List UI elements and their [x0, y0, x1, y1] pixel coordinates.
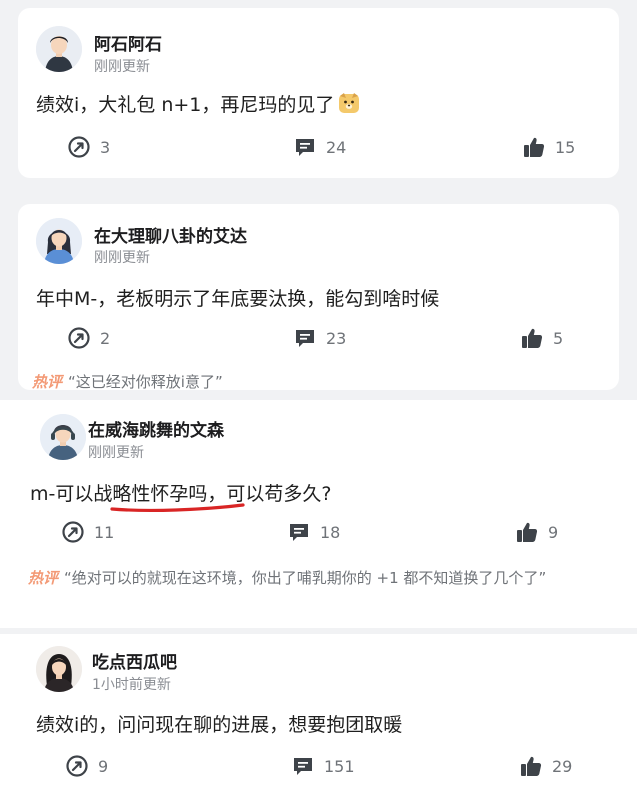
avatar[interactable]	[36, 646, 82, 692]
hot-comment[interactable]: 热评 “这已经对你释放i意了”	[32, 368, 223, 396]
author-name[interactable]: 在大理聊八卦的艾达	[94, 222, 247, 247]
post-text: 绩效i，大礼包 n+1，再尼玛的见了	[36, 94, 335, 116]
like-stat[interactable]: 9	[516, 521, 558, 543]
post-card[interactable]: 阿石阿石 刚刚更新 绩效i，大礼包 n+1，再尼玛的见了 3 24 15	[18, 8, 619, 178]
comment-icon	[294, 136, 316, 158]
hot-comment-text: “这已经对你释放i意了”	[68, 373, 223, 391]
comment-count: 151	[324, 756, 355, 776]
share-count: 9	[98, 756, 109, 776]
comment-count: 24	[326, 137, 347, 157]
post-content[interactable]: 绩效i，大礼包 n+1，再尼玛的见了	[36, 90, 360, 119]
thumbs-up-icon	[523, 136, 545, 158]
comment-icon	[292, 755, 314, 777]
hot-comment-label: 热评	[32, 373, 63, 391]
avatar[interactable]	[40, 414, 86, 460]
share-stat[interactable]: 11	[62, 521, 114, 543]
hot-comment-text: “绝对可以的就现在这环境，你出了哺乳期你的 +1 都不知道换了几个了”	[64, 569, 547, 587]
share-stat[interactable]: 2	[68, 327, 110, 349]
share-icon	[66, 755, 88, 777]
comment-stat[interactable]: 24	[294, 136, 346, 158]
share-count: 3	[100, 137, 111, 157]
share-stat[interactable]: 9	[66, 755, 108, 777]
thumbs-up-icon	[520, 755, 542, 777]
comment-stat[interactable]: 18	[288, 521, 340, 543]
author-name[interactable]: 在威海跳舞的文森	[88, 416, 224, 441]
avatar[interactable]	[36, 26, 82, 72]
share-stat[interactable]: 3	[68, 136, 110, 158]
update-time: 1小时前更新	[92, 677, 171, 693]
thumbs-up-icon	[521, 327, 543, 349]
hot-comment[interactable]: 热评 “绝对可以的就现在这环境，你出了哺乳期你的 +1 都不知道换了几个了”	[28, 564, 588, 592]
avatar[interactable]	[36, 218, 82, 264]
share-count: 11	[94, 522, 115, 542]
post-card[interactable]: 在大理聊八卦的艾达 刚刚更新 年中M-，老板明示了年底要汰换，能勾到啥时候 2 …	[18, 204, 619, 391]
comment-stat[interactable]: 23	[294, 327, 346, 349]
like-stat[interactable]: 15	[523, 136, 575, 158]
share-icon	[62, 521, 84, 543]
update-time: 刚刚更新	[94, 59, 150, 75]
dog-face-emoji-icon	[338, 92, 360, 119]
post-content[interactable]: 绩效i的，问问现在聊的进展，想要抱团取暖	[36, 710, 402, 737]
like-count: 9	[548, 522, 559, 542]
like-stat[interactable]: 29	[520, 755, 572, 777]
comment-stat[interactable]: 151	[292, 755, 355, 777]
author-name[interactable]: 吃点西瓜吧	[92, 648, 177, 673]
thumbs-up-icon	[516, 521, 538, 543]
post-content[interactable]: 年中M-，老板明示了年底要汰换，能勾到啥时候	[36, 284, 439, 311]
comment-count: 18	[320, 522, 341, 542]
update-time: 刚刚更新	[88, 445, 144, 461]
share-icon	[68, 327, 90, 349]
comment-count: 23	[326, 328, 347, 348]
like-stat[interactable]: 5	[521, 327, 563, 349]
share-count: 2	[100, 328, 111, 348]
share-icon	[68, 136, 90, 158]
post-content[interactable]: m-可以战略性怀孕吗，可以苟多久?	[30, 479, 331, 506]
post-card[interactable]: 在威海跳舞的文森 刚刚更新 m-可以战略性怀孕吗，可以苟多久? 11 18 9 …	[0, 400, 637, 628]
author-name[interactable]: 阿石阿石	[94, 30, 162, 55]
like-count: 29	[552, 756, 573, 776]
hot-comment-label: 热评	[28, 569, 59, 587]
post-card[interactable]: 吃点西瓜吧 1小时前更新 绩效i的，问问现在聊的进展，想要抱团取暖 9 151 …	[0, 634, 637, 800]
like-count: 15	[555, 137, 576, 157]
like-count: 5	[553, 328, 564, 348]
comment-icon	[288, 521, 310, 543]
update-time: 刚刚更新	[94, 250, 150, 266]
comment-icon	[294, 327, 316, 349]
